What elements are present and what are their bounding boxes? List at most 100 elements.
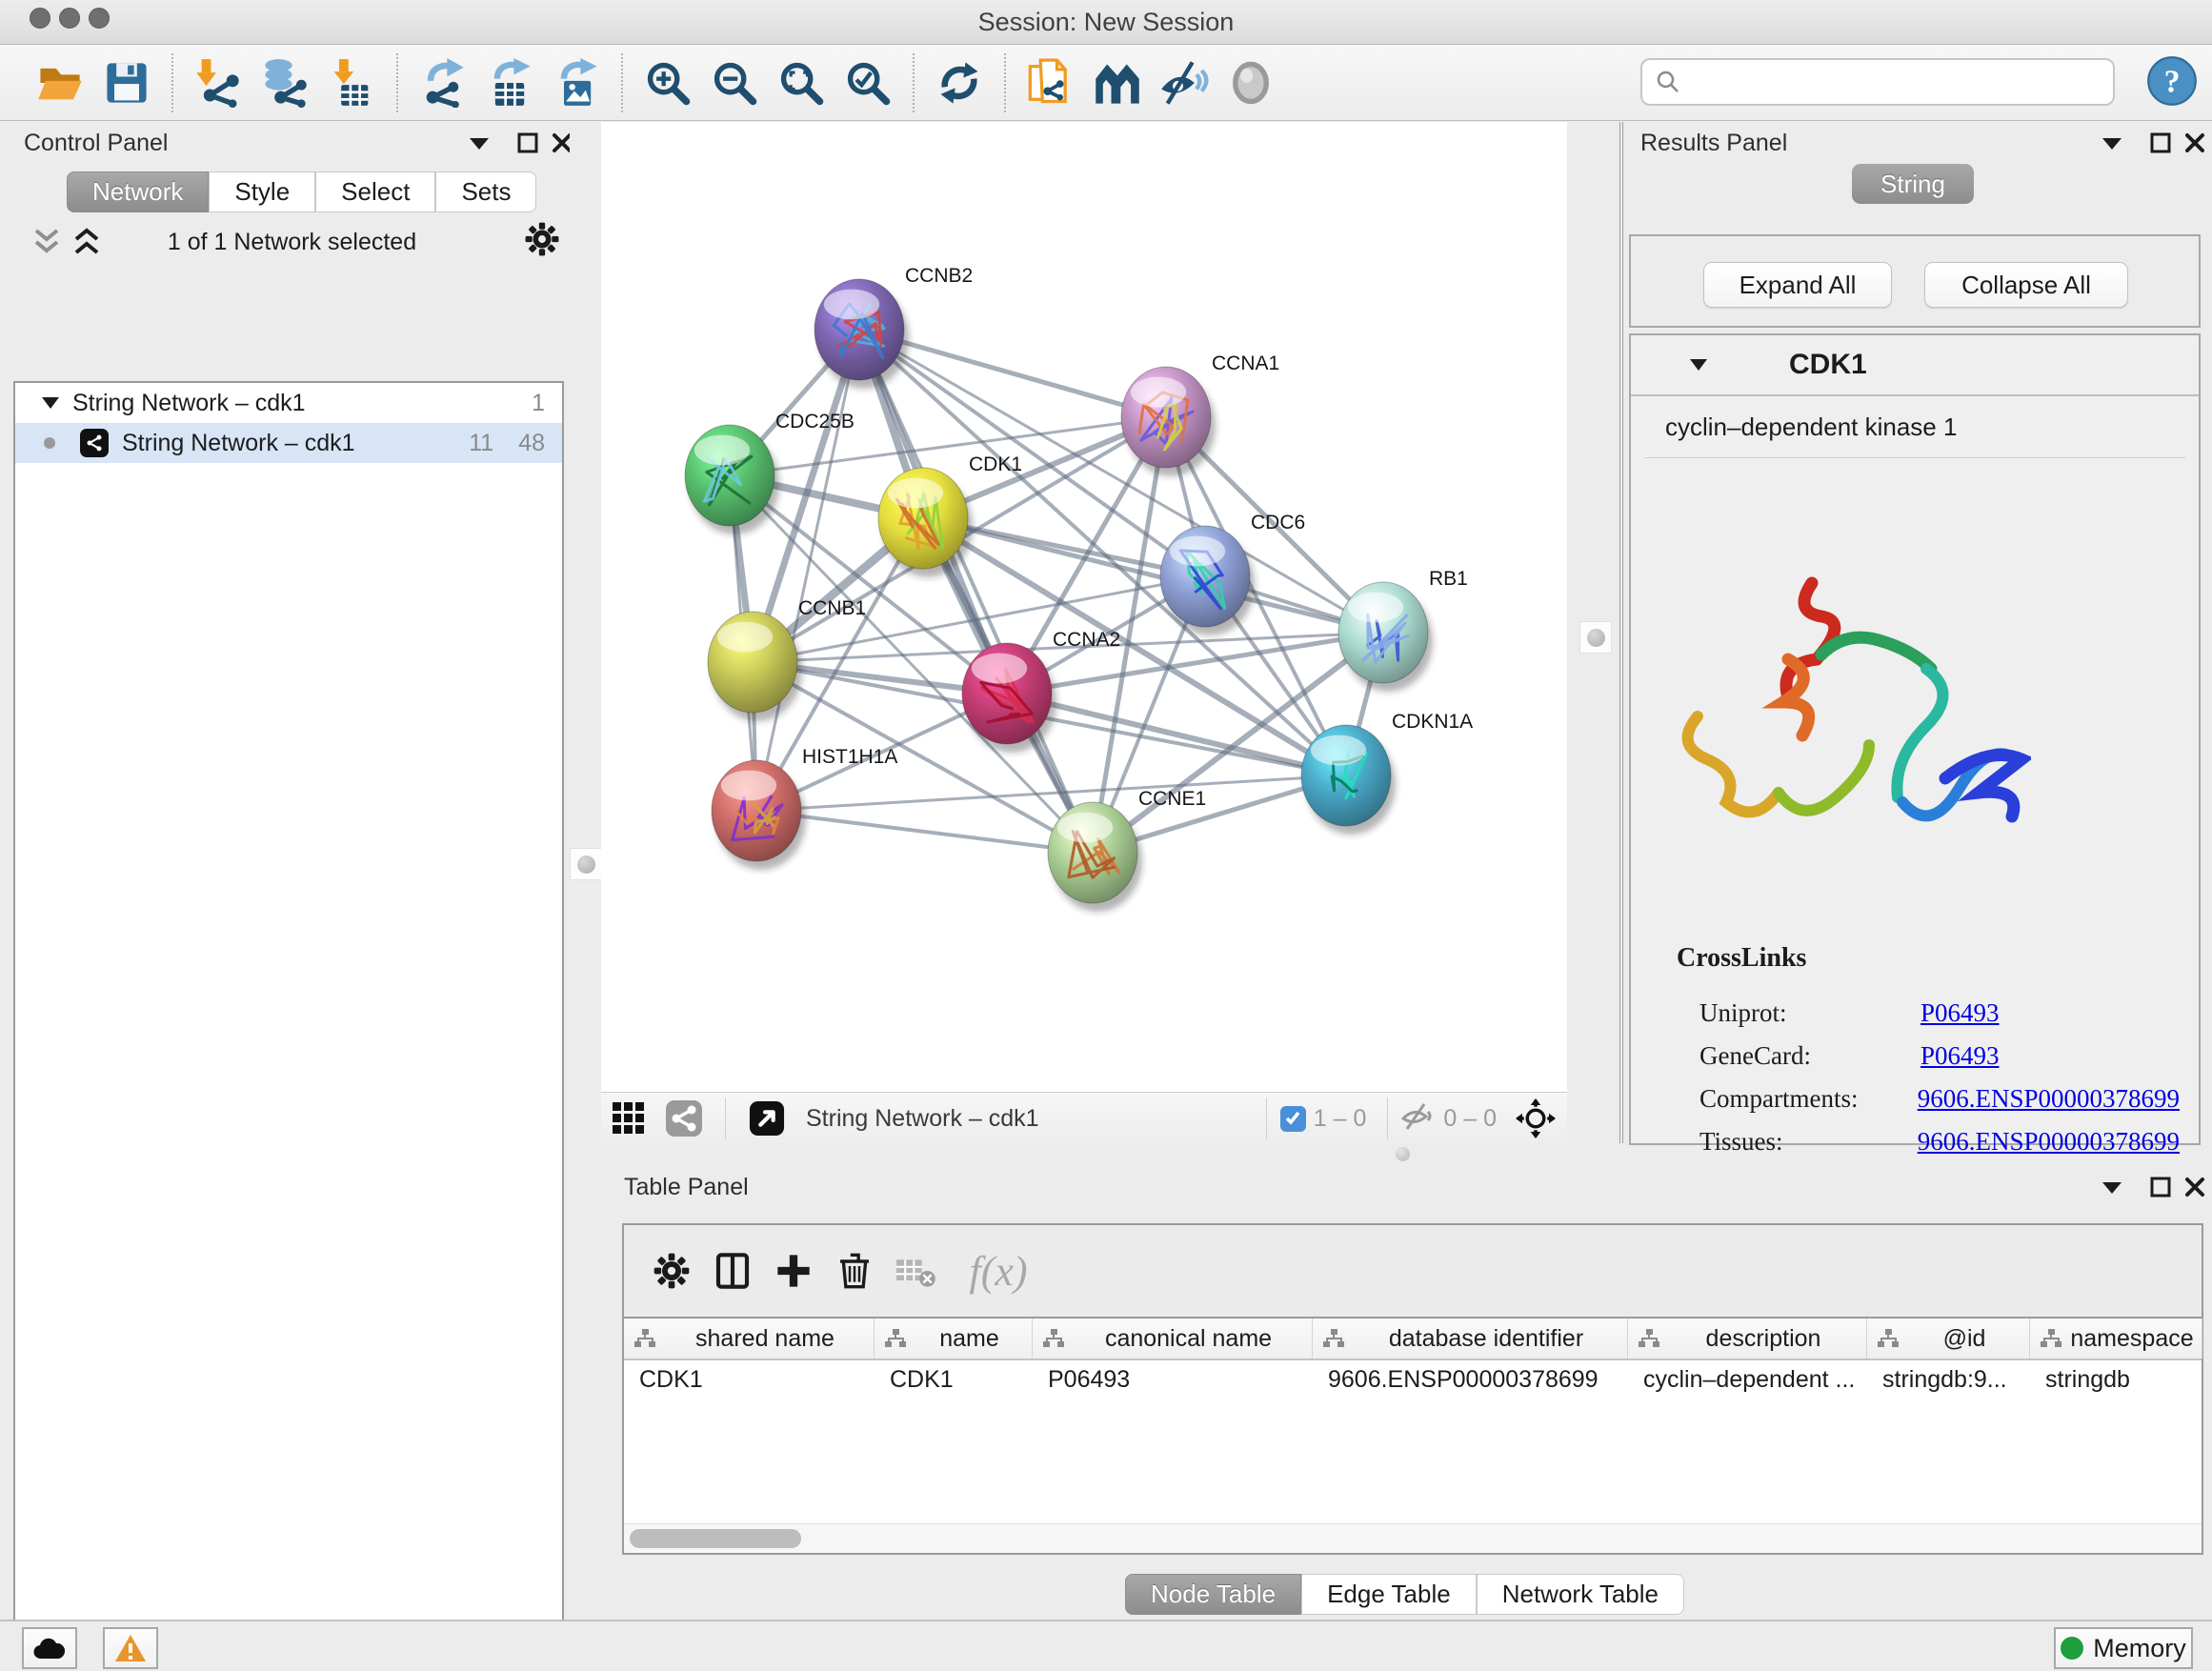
gene-section-header[interactable]: CDK1 bbox=[1631, 335, 2199, 396]
table-settings-gear-icon[interactable] bbox=[641, 1240, 702, 1301]
table-cell[interactable]: P06493 bbox=[1033, 1366, 1313, 1394]
first-neighbors-icon[interactable] bbox=[1090, 55, 1145, 111]
panel-float-icon[interactable] bbox=[2149, 1176, 2172, 1203]
show-graphics-details-icon[interactable] bbox=[1223, 55, 1278, 111]
zoom-in-icon[interactable] bbox=[640, 55, 695, 111]
panel-close-icon[interactable] bbox=[2183, 1176, 2206, 1203]
export-image-icon[interactable] bbox=[549, 55, 604, 111]
tab-node-table[interactable]: Node Table bbox=[1125, 1574, 1301, 1615]
network-collection-row[interactable]: String Network – cdk1 1 bbox=[15, 383, 562, 423]
zoom-selected-icon[interactable] bbox=[840, 55, 895, 111]
network-node-CCNB2[interactable]: CCNB2 bbox=[814, 265, 973, 389]
column-header-description[interactable]: description bbox=[1628, 1319, 1867, 1359]
panel-collapse-icon[interactable] bbox=[469, 137, 490, 155]
table-cell[interactable]: stringdb bbox=[2030, 1366, 2202, 1394]
table-cell[interactable]: stringdb:9... bbox=[1867, 1366, 2030, 1394]
search-field[interactable] bbox=[1640, 58, 2115, 106]
column-header-shared-name[interactable]: shared name bbox=[624, 1319, 875, 1359]
network-row[interactable]: String Network – cdk1 11 48 bbox=[15, 423, 562, 463]
collapse-all-button[interactable]: Collapse All bbox=[1924, 262, 2128, 308]
crosslink-row: GeneCard: P06493 bbox=[1699, 1041, 2180, 1071]
panel-collapse-icon[interactable] bbox=[2101, 1181, 2122, 1199]
column-header-canonical-name[interactable]: canonical name bbox=[1033, 1319, 1313, 1359]
help-icon[interactable]: ? bbox=[2145, 52, 2199, 110]
table-cell[interactable]: CDK1 bbox=[624, 1366, 875, 1394]
import-network-file-icon[interactable] bbox=[191, 55, 246, 111]
network-options-gear-icon[interactable] bbox=[524, 221, 560, 262]
crosslink-link[interactable]: P06493 bbox=[1920, 1041, 2000, 1071]
east-splitter-handle[interactable] bbox=[1579, 621, 1612, 654]
import-network-database-icon[interactable] bbox=[257, 55, 312, 111]
open-session-icon[interactable] bbox=[32, 55, 88, 111]
zoom-out-icon[interactable] bbox=[707, 55, 762, 111]
export-network-icon[interactable] bbox=[415, 55, 471, 111]
network-node-RB1[interactable]: RB1 bbox=[1338, 568, 1468, 692]
selected-count-checkbox[interactable] bbox=[1280, 1106, 1306, 1132]
network-edge-CCNB2-CCNE1[interactable] bbox=[859, 330, 1093, 853]
column-header--id[interactable]: @id bbox=[1867, 1319, 2030, 1359]
table-cell[interactable]: CDK1 bbox=[875, 1366, 1033, 1394]
west-splitter[interactable] bbox=[570, 122, 601, 1164]
function-builder-icon[interactable]: f(x) bbox=[946, 1240, 1051, 1301]
column-type-icon bbox=[1638, 1328, 1660, 1349]
string-view-icon[interactable] bbox=[662, 1091, 706, 1146]
node-label-HIST1H1A: HIST1H1A bbox=[802, 746, 897, 768]
table-cell[interactable]: 9606.ENSP00000378699 bbox=[1313, 1366, 1628, 1394]
panel-close-icon[interactable] bbox=[2183, 131, 2206, 159]
expand-all-button[interactable]: Expand All bbox=[1703, 262, 1892, 308]
column-header-name[interactable]: name bbox=[875, 1319, 1033, 1359]
network-edge-HIST1H1A-CCNE1[interactable] bbox=[756, 811, 1093, 853]
delete-column-icon[interactable] bbox=[824, 1240, 885, 1301]
fit-content-icon[interactable] bbox=[1510, 1091, 1561, 1146]
tab-sets[interactable]: Sets bbox=[435, 171, 536, 212]
network-view-canvas[interactable]: CCNB2CCNA1CDC25BCDK1CDC6RB1CCNB1CCNA2CDK… bbox=[601, 122, 1567, 1092]
south-splitter-handle[interactable] bbox=[1396, 1147, 1410, 1161]
table-cell[interactable]: cyclin–dependent ... bbox=[1628, 1366, 1867, 1394]
west-splitter-handle[interactable] bbox=[570, 848, 602, 880]
network-node-CDKN1A[interactable]: CDKN1A bbox=[1301, 711, 1473, 835]
create-column-icon[interactable] bbox=[763, 1240, 824, 1301]
search-input[interactable] bbox=[1690, 62, 2113, 102]
delete-table-icon[interactable] bbox=[885, 1240, 946, 1301]
panel-collapse-icon[interactable] bbox=[2101, 137, 2122, 155]
hide-graphics-details-icon[interactable] bbox=[1156, 55, 1212, 111]
memory-button[interactable]: Memory bbox=[2054, 1627, 2193, 1669]
horizontal-scrollbar[interactable] bbox=[624, 1523, 2202, 1553]
tab-edge-table[interactable]: Edge Table bbox=[1301, 1574, 1477, 1615]
panel-float-icon[interactable] bbox=[516, 131, 539, 159]
tab-string[interactable]: String bbox=[1852, 164, 1974, 204]
open-view-in-window-icon[interactable] bbox=[745, 1091, 789, 1146]
results-panel-title: Results Panel bbox=[1640, 130, 1787, 157]
column-header-namespace[interactable]: namespace bbox=[2030, 1319, 2202, 1359]
gene-collapse-icon[interactable] bbox=[1690, 359, 1707, 371]
panel-float-icon[interactable] bbox=[2149, 131, 2172, 159]
collection-expand-icon[interactable] bbox=[42, 397, 59, 409]
tab-network-table[interactable]: Network Table bbox=[1477, 1574, 1684, 1615]
network-node-CCNA1[interactable]: CCNA1 bbox=[1121, 352, 1279, 476]
export-table-icon[interactable] bbox=[482, 55, 537, 111]
import-table-icon[interactable] bbox=[324, 55, 379, 111]
show-columns-icon[interactable] bbox=[702, 1240, 763, 1301]
crosslink-link[interactable]: 9606.ENSP00000378699 bbox=[1918, 1127, 2180, 1157]
network-edge-count: 48 bbox=[518, 430, 545, 457]
column-header-label: description bbox=[1660, 1325, 1866, 1353]
network-graph: CCNB2CCNA1CDC25BCDK1CDC6RB1CCNB1CCNA2CDK… bbox=[601, 122, 1567, 1092]
tab-select[interactable]: Select bbox=[315, 171, 435, 212]
column-header-database-identifier[interactable]: database identifier bbox=[1313, 1319, 1628, 1359]
save-session-icon[interactable] bbox=[99, 55, 154, 111]
cloud-button[interactable] bbox=[22, 1627, 77, 1669]
network-node-HIST1H1A[interactable]: HIST1H1A bbox=[712, 746, 897, 870]
apply-layout-icon[interactable] bbox=[932, 55, 987, 111]
column-header-label: name bbox=[907, 1325, 1032, 1353]
crosslink-link[interactable]: 9606.ENSP00000378699 bbox=[1918, 1084, 2180, 1114]
network-edge-CCNB2-HIST1H1A[interactable] bbox=[756, 330, 859, 811]
east-splitter[interactable] bbox=[1567, 122, 1623, 1164]
tab-style[interactable]: Style bbox=[209, 171, 315, 212]
zoom-fit-icon[interactable] bbox=[774, 55, 829, 111]
network-from-selection-icon[interactable] bbox=[1023, 55, 1078, 111]
scrollbar-thumb[interactable] bbox=[630, 1529, 801, 1548]
crosslink-link[interactable]: P06493 bbox=[1920, 998, 2000, 1028]
warnings-button[interactable] bbox=[103, 1627, 158, 1669]
tab-network[interactable]: Network bbox=[67, 171, 209, 212]
birds-eye-view-icon[interactable] bbox=[607, 1091, 651, 1146]
